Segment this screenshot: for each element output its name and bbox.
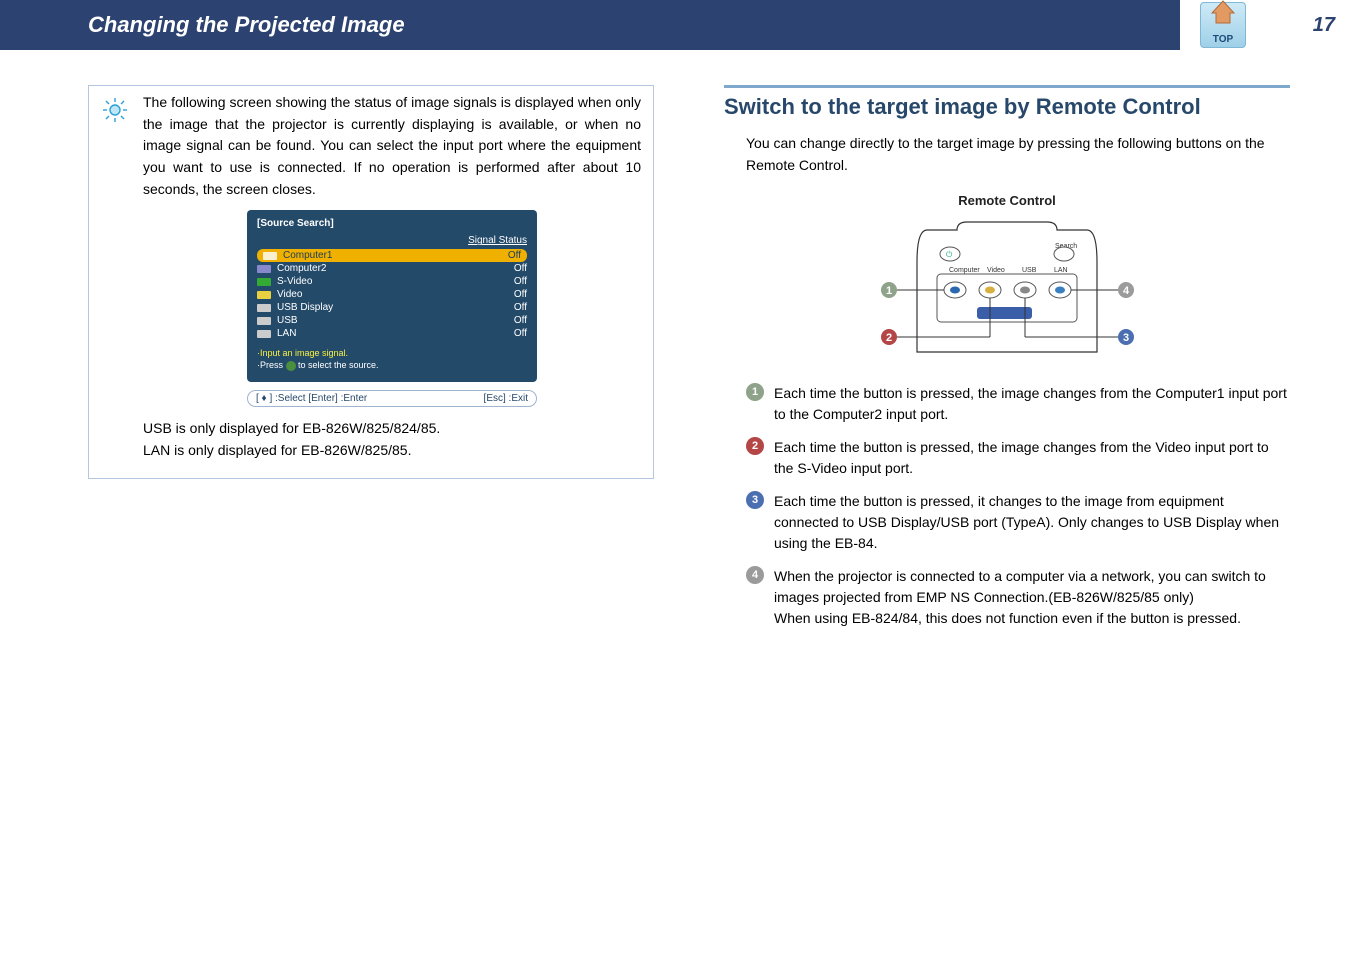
callout-4-icon: 4 <box>746 566 764 584</box>
osd-row-svideo[interactable]: S-VideoOff <box>257 275 527 288</box>
osd-bar-left: [ ♦ ] :Select [Enter] :Enter <box>256 393 367 404</box>
remote-caption: Remote Control <box>724 193 1290 208</box>
page-title: Changing the Projected Image <box>0 0 1180 50</box>
tip-box: The following screen showing the status … <box>88 85 654 479</box>
label-lan: LAN <box>1054 267 1068 274</box>
osd-hints: ·Input an image signal. ·Press to select… <box>257 348 527 371</box>
label-usb: USB <box>1022 267 1037 274</box>
top-label: TOP <box>1213 35 1233 47</box>
callout-2-icon: 2 <box>746 437 764 455</box>
svg-text:4: 4 <box>1123 285 1130 297</box>
osd-title: [Source Search] <box>257 218 527 229</box>
osd-row-computer2[interactable]: Computer2Off <box>257 262 527 275</box>
svg-text:3: 3 <box>1123 332 1129 344</box>
callout-1-icon: 1 <box>746 383 764 401</box>
section-intro: You can change directly to the target im… <box>746 132 1290 177</box>
list-item: 4 When the projector is connected to a c… <box>746 566 1290 629</box>
svg-text:2: 2 <box>886 332 892 344</box>
list-item: 3 Each time the button is pressed, it cha… <box>746 491 1290 554</box>
callout-1-text: Each time the button is pressed, the ima… <box>774 383 1290 425</box>
list-item: 2 Each time the button is pressed, the im… <box>746 437 1290 479</box>
lan-note: LAN is only displayed for EB-826W/825/85… <box>143 439 641 461</box>
remote-figure: Computer Video USB LAN Search Source ⏻ <box>857 212 1157 365</box>
osd-row-lan[interactable]: LANOff <box>257 327 527 340</box>
osd-row-computer1[interactable]: Computer1Off <box>257 249 527 262</box>
tip-icon <box>101 96 129 127</box>
svg-text:1: 1 <box>886 285 892 297</box>
top-nav-button[interactable]: TOP <box>1200 2 1246 48</box>
osd-row-usbdisplay[interactable]: USB DisplayOff <box>257 301 527 314</box>
page-number: 17 <box>1313 14 1335 37</box>
callout-4-text: When the projector is connected to a com… <box>774 566 1290 629</box>
osd-row-video[interactable]: VideoOff <box>257 288 527 301</box>
section-title: Switch to the target image by Remote Con… <box>724 85 1290 120</box>
list-item: 1 Each time the button is pressed, the im… <box>746 383 1290 425</box>
header: Changing the Projected Image TOP 17 <box>0 0 1350 50</box>
osd-source-search: [Source Search] Signal Status Computer1O… <box>247 210 537 381</box>
enter-icon <box>286 361 296 371</box>
power-icon: ⏻ <box>946 250 953 259</box>
label-computer: Computer <box>949 267 980 274</box>
osd-status-header: Signal Status <box>257 235 527 246</box>
osd-nav-bar: [ ♦ ] :Select [Enter] :Enter [Esc] :Exit <box>247 390 537 407</box>
callout-3-icon: 3 <box>746 491 764 509</box>
callout-list: 1 Each time the button is pressed, the im… <box>746 383 1290 629</box>
tip-paragraph: The following screen showing the status … <box>143 92 641 200</box>
callout-2-text: Each time the button is pressed, the ima… <box>774 437 1290 479</box>
osd-bar-right: [Esc] :Exit <box>484 393 528 404</box>
home-icon <box>1208 0 1238 25</box>
usb-note: USB is only displayed for EB-826W/825/82… <box>143 417 641 439</box>
callout-3-text: Each time the button is pressed, it chan… <box>774 491 1290 554</box>
header-right: TOP 17 <box>1180 0 1350 50</box>
label-video: Video <box>987 267 1005 274</box>
osd-row-usb[interactable]: USBOff <box>257 314 527 327</box>
